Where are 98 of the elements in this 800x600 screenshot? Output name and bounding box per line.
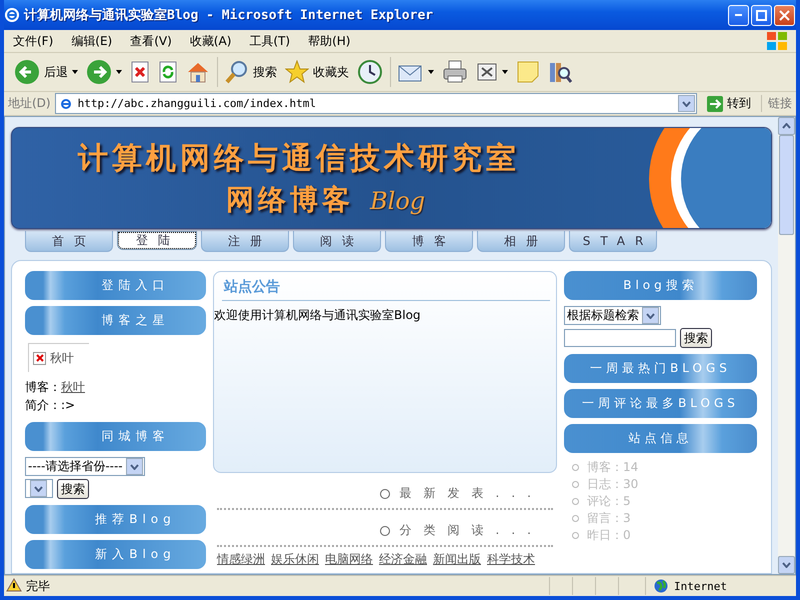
intro-text: 简介：:> bbox=[25, 397, 76, 414]
section-header: 站点信息 bbox=[564, 424, 757, 453]
category-link[interactable]: 科学技术 bbox=[487, 551, 535, 568]
bullet-icon bbox=[572, 464, 579, 471]
address-label: 地址(D) bbox=[8, 95, 51, 112]
stat-text: 博客：14 bbox=[587, 459, 638, 476]
dropdown-caret-icon[interactable] bbox=[428, 70, 434, 74]
links-button[interactable]: 链接 bbox=[761, 95, 792, 112]
refresh-icon bbox=[158, 61, 178, 83]
nav-tab[interactable]: 首页 bbox=[25, 231, 113, 252]
menu-item[interactable]: 查看(V) bbox=[121, 32, 181, 50]
warning-icon bbox=[6, 578, 22, 594]
search-button[interactable]: 搜索 bbox=[57, 479, 89, 499]
category-link[interactable]: 情感绿洲 bbox=[217, 551, 265, 568]
section-header: 登陆入口 bbox=[25, 271, 206, 300]
menu-item[interactable]: 帮助(H) bbox=[299, 32, 360, 50]
close-icon bbox=[779, 10, 790, 20]
section-header: 同城博客 bbox=[25, 422, 206, 451]
minimize-icon bbox=[735, 14, 742, 16]
city-select[interactable] bbox=[25, 479, 53, 498]
banner-subtitle: 网络博客 bbox=[226, 182, 354, 218]
menu-item[interactable]: 编辑(E) bbox=[62, 32, 122, 50]
section-header: 博客之星 bbox=[25, 306, 206, 335]
scrollbar-thumb[interactable] bbox=[779, 135, 794, 235]
search-type-select[interactable]: 根据标题检索 bbox=[564, 306, 661, 325]
notice-text: 欢迎使用计算机网络与通讯实验室Blog bbox=[214, 307, 422, 324]
zone-text: Internet bbox=[674, 580, 727, 592]
menu-item[interactable]: 收藏(A) bbox=[180, 32, 240, 50]
dropdown-caret-icon[interactable] bbox=[72, 70, 78, 74]
scroll-up-icon[interactable] bbox=[778, 117, 795, 135]
favorites-button[interactable]: 收藏夹 bbox=[281, 56, 353, 88]
go-button[interactable]: 转到 bbox=[701, 95, 757, 112]
category-link[interactable]: 新闻出版 bbox=[433, 551, 481, 568]
stat-text: 昨日：0 bbox=[587, 527, 631, 544]
stat-text: 评论：5 bbox=[587, 493, 631, 510]
nav-tab[interactable]: 阅读 bbox=[293, 231, 381, 252]
globe-icon bbox=[654, 579, 668, 593]
close-button[interactable] bbox=[774, 4, 795, 26]
banner-blog-text: Blog bbox=[370, 187, 426, 215]
section-title: 最新发表... bbox=[400, 485, 543, 502]
maximize-icon bbox=[756, 10, 767, 20]
minimize-button[interactable] bbox=[728, 4, 749, 26]
menu-item[interactable]: 文件(F) bbox=[4, 32, 62, 50]
search-button[interactable]: 搜索 bbox=[221, 56, 281, 88]
image-alt-text: 秋叶 bbox=[50, 350, 74, 366]
bullet-icon bbox=[572, 481, 579, 488]
section-header: 一周评论最多BLOGS bbox=[564, 389, 757, 418]
books-icon bbox=[548, 60, 572, 84]
maximize-button[interactable] bbox=[751, 4, 772, 26]
section-header: 一周最热门BLOGS bbox=[564, 354, 757, 383]
browser-icon bbox=[5, 8, 19, 22]
scroll-down-icon[interactable] bbox=[778, 556, 795, 574]
dropdown-caret-icon[interactable] bbox=[116, 70, 122, 74]
notice-title: 站点公告 bbox=[222, 272, 550, 301]
category-link[interactable]: 电脑网络 bbox=[325, 551, 373, 568]
nav-tab[interactable]: STAR bbox=[569, 231, 657, 252]
section-title: 分类阅读... bbox=[400, 522, 543, 539]
printer-icon bbox=[442, 60, 468, 84]
note-icon bbox=[516, 60, 540, 84]
nav-tab[interactable]: 登陆 bbox=[117, 231, 197, 250]
section-header: 新入Blog bbox=[25, 540, 206, 569]
province-select[interactable]: ----请选择省份---- bbox=[25, 457, 145, 476]
blogger-link[interactable]: 秋叶 bbox=[61, 380, 85, 394]
back-button[interactable]: 后退 bbox=[10, 56, 72, 88]
bullet-icon bbox=[380, 488, 390, 498]
document-icon bbox=[476, 62, 498, 82]
search-button[interactable]: 搜索 bbox=[680, 328, 712, 348]
stop-icon bbox=[130, 61, 150, 83]
stat-text: 日志：30 bbox=[587, 476, 638, 493]
status-text: 完毕 bbox=[26, 578, 50, 594]
bullet-icon bbox=[572, 532, 579, 539]
page-icon bbox=[58, 96, 73, 110]
menu-item[interactable]: 工具(T) bbox=[240, 32, 300, 50]
nav-tab[interactable]: 博客 bbox=[385, 231, 473, 252]
home-icon bbox=[186, 60, 210, 84]
nav-tab[interactable]: 注册 bbox=[201, 231, 289, 252]
address-field[interactable]: http://abc.zhangguili.com/index.html bbox=[54, 93, 697, 114]
blogger-label: 博客： bbox=[25, 380, 61, 394]
search-icon bbox=[225, 60, 249, 84]
windows-logo-icon bbox=[766, 31, 788, 51]
broken-image-icon bbox=[33, 352, 46, 364]
star-icon bbox=[285, 60, 309, 84]
history-icon bbox=[357, 59, 383, 85]
nav-tab[interactable]: 相册 bbox=[477, 231, 565, 252]
section-header: Blog搜索 bbox=[564, 271, 757, 300]
category-link[interactable]: 经济金融 bbox=[379, 551, 427, 568]
search-field[interactable] bbox=[564, 329, 676, 347]
bullet-icon bbox=[572, 498, 579, 505]
banner-title: 计算机网络与通信技术研究室 bbox=[78, 140, 521, 178]
category-link[interactable]: 娱乐休闲 bbox=[271, 551, 319, 568]
dropdown-caret-icon[interactable] bbox=[502, 70, 508, 74]
vertical-scrollbar[interactable] bbox=[778, 117, 795, 574]
stat-text: 留言：3 bbox=[587, 510, 631, 527]
window-title: 计算机网络与通讯实验室Blog - Microsoft Internet Explorer bbox=[24, 6, 434, 24]
section-header: 推荐Blog bbox=[25, 505, 206, 534]
bullet-icon bbox=[380, 526, 390, 536]
bullet-icon bbox=[572, 515, 579, 522]
right-arrow-icon bbox=[707, 96, 723, 112]
